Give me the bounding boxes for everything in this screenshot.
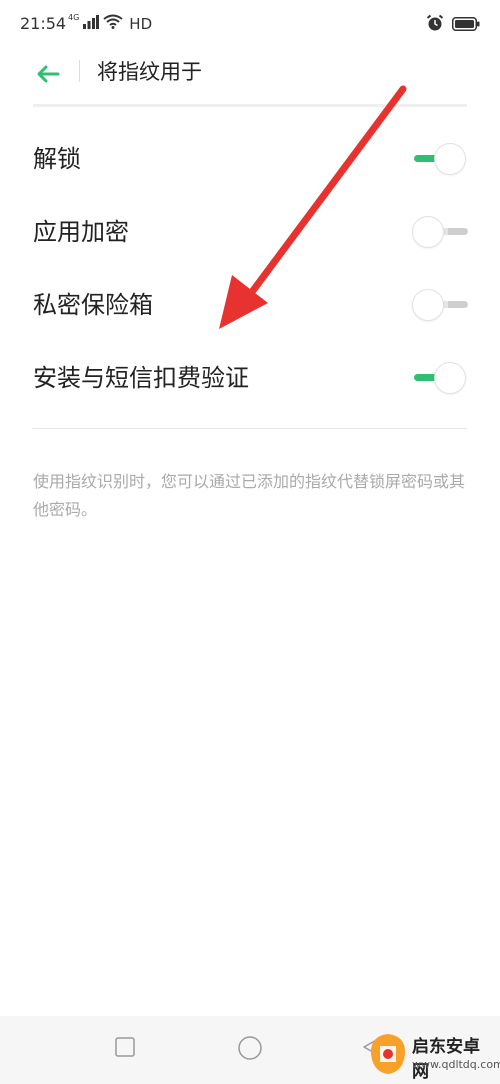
circle-icon[interactable] [237,1035,263,1065]
square-icon[interactable] [114,1036,136,1062]
watermark: 启东安卓网 www.qdltdq.com [368,1028,500,1082]
watermark-title: 启东安卓网 [412,1037,480,1082]
footnote-text: 使用指纹识别时，您可以通过已添加的指纹代替锁屏密码或其他密码。 [33,472,466,519]
list-divider [33,428,467,429]
watermark-url: www.qdltdq.com [412,1058,500,1071]
nav-bar: 启东安卓网 www.qdltdq.com [0,1016,500,1084]
annotation-arrow-icon [219,85,407,329]
watermark-logo-icon [370,1034,406,1074]
